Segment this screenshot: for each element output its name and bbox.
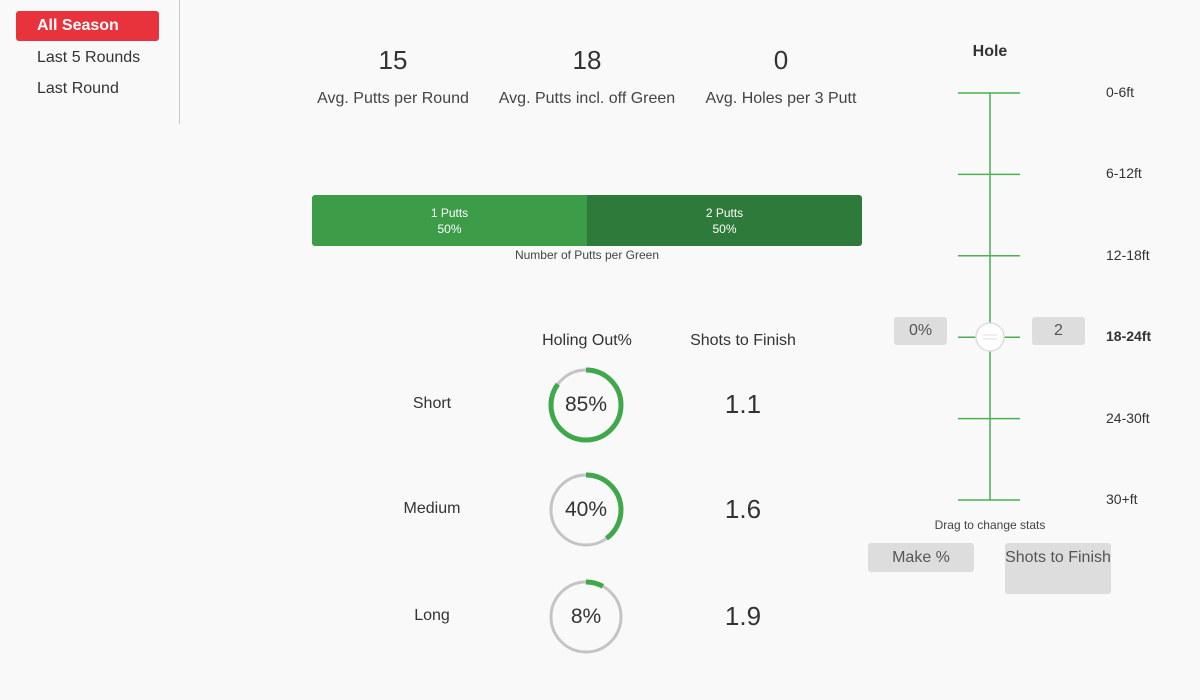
row-label: Medium xyxy=(403,500,461,517)
shots-readout: 2 xyxy=(1032,317,1085,345)
slider-handle[interactable] xyxy=(975,322,1005,352)
tick-label[interactable]: 30+ft xyxy=(1106,491,1138,507)
distance-slider[interactable] xyxy=(950,80,1030,510)
stat-avg-putts: 15 Avg. Putts per Round xyxy=(303,45,483,110)
holing-pct: 40% xyxy=(564,498,608,521)
holing-ring: 85% xyxy=(546,365,626,445)
make-pct-readout: 0% xyxy=(894,317,947,345)
tick-label[interactable]: 18-24ft xyxy=(1106,328,1151,344)
tick-label[interactable]: 0-6ft xyxy=(1106,84,1134,100)
sidebar-divider xyxy=(179,0,180,124)
row-label: Long xyxy=(414,607,450,624)
bar-segment-1-putt: 1 Putts 50% xyxy=(312,195,587,246)
holing-pct: 8% xyxy=(570,605,602,628)
stat-value: 18 xyxy=(572,45,602,75)
sidebar-item-all-season[interactable]: All Season xyxy=(16,11,159,41)
holing-ring: 40% xyxy=(546,470,626,550)
tick-label[interactable]: 24-30ft xyxy=(1106,410,1150,426)
stat-value: 0 xyxy=(773,45,789,75)
segment-label: 1 Putts xyxy=(430,205,469,220)
sidebar-item-last-round[interactable]: Last Round xyxy=(16,74,159,104)
bar-segment-2-putts: 2 Putts 50% xyxy=(587,195,862,246)
segment-label: 2 Putts xyxy=(705,205,744,220)
make-pct-button[interactable]: Make % xyxy=(868,543,974,572)
sidebar-item-last-5-rounds[interactable]: Last 5 Rounds xyxy=(16,43,159,73)
header-holing-out: Holing Out% xyxy=(542,332,632,349)
stat-value: 15 xyxy=(378,45,408,75)
putts-bar: 1 Putts 50% 2 Putts 50% xyxy=(312,195,862,246)
stat-label: Avg. Holes per 3 Putt xyxy=(705,90,857,107)
shots-to-finish-value: 1.6 xyxy=(724,494,762,524)
shots-to-finish-button[interactable]: Shots to Finish xyxy=(1005,543,1111,594)
shots-to-finish-value: 1.9 xyxy=(724,601,762,631)
segment-pct: 50% xyxy=(437,221,462,236)
tick-label[interactable]: 12-18ft xyxy=(1106,247,1150,263)
tick-label[interactable]: 6-12ft xyxy=(1106,165,1142,181)
slider-title: Hole xyxy=(972,43,1008,60)
stat-avg-putts-off-green: 18 Avg. Putts incl. off Green xyxy=(497,45,677,110)
stat-label: Avg. Putts incl. off Green xyxy=(498,90,676,107)
segment-pct: 50% xyxy=(712,221,737,236)
holing-pct: 85% xyxy=(564,393,608,416)
stat-label: Avg. Putts per Round xyxy=(317,90,469,107)
holing-ring: 8% xyxy=(546,577,626,657)
row-label: Short xyxy=(412,395,452,412)
stat-holes-3-putt: 0 Avg. Holes per 3 Putt xyxy=(691,45,871,110)
shots-to-finish-value: 1.1 xyxy=(724,389,762,419)
header-shots-to-finish: Shots to Finish xyxy=(690,332,796,349)
bar-caption: Number of Putts per Green xyxy=(514,248,660,262)
slider-hint: Drag to change stats xyxy=(934,518,1046,532)
